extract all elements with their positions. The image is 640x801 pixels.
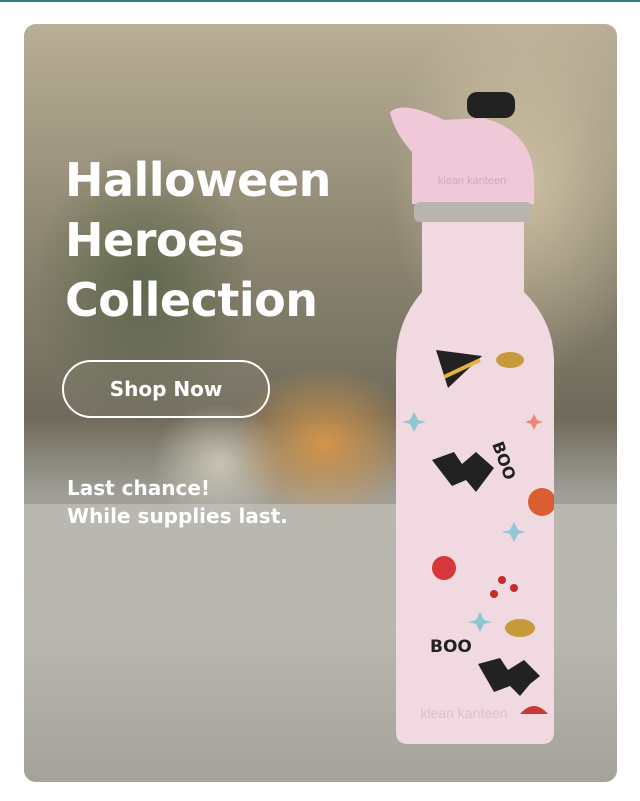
bottle-collar (414, 202, 532, 222)
cap-brand-text: klean kanteen (438, 175, 507, 187)
body-brand-text: klean kanteen (420, 705, 507, 721)
boo-text-2: BOO (430, 637, 472, 657)
headline-line-3: Collection (65, 273, 318, 327)
cap-body (390, 107, 534, 204)
shop-now-button[interactable]: Shop Now (62, 360, 270, 418)
berry-icon (510, 584, 518, 592)
flower-icon (432, 556, 456, 580)
leaf-icon (496, 352, 524, 368)
hero-headline: Halloween Heroes Collection (65, 150, 331, 330)
berry-icon (490, 590, 498, 598)
leaf-icon (505, 619, 535, 637)
water-bottle-image: klean kanteen BOO BOO klean kanteen (390, 92, 554, 744)
availability-note: Last chance! While supplies last. (67, 474, 288, 530)
headline-line-2: Heroes (65, 213, 245, 267)
hero-banner[interactable]: Halloween Heroes Collection Shop Now Las… (24, 24, 617, 782)
cap-top (467, 92, 515, 118)
note-line-2: While supplies last. (67, 504, 288, 528)
berry-icon (498, 576, 506, 584)
note-line-1: Last chance! (67, 476, 211, 500)
headline-line-1: Halloween (65, 153, 331, 207)
top-divider (0, 0, 640, 2)
